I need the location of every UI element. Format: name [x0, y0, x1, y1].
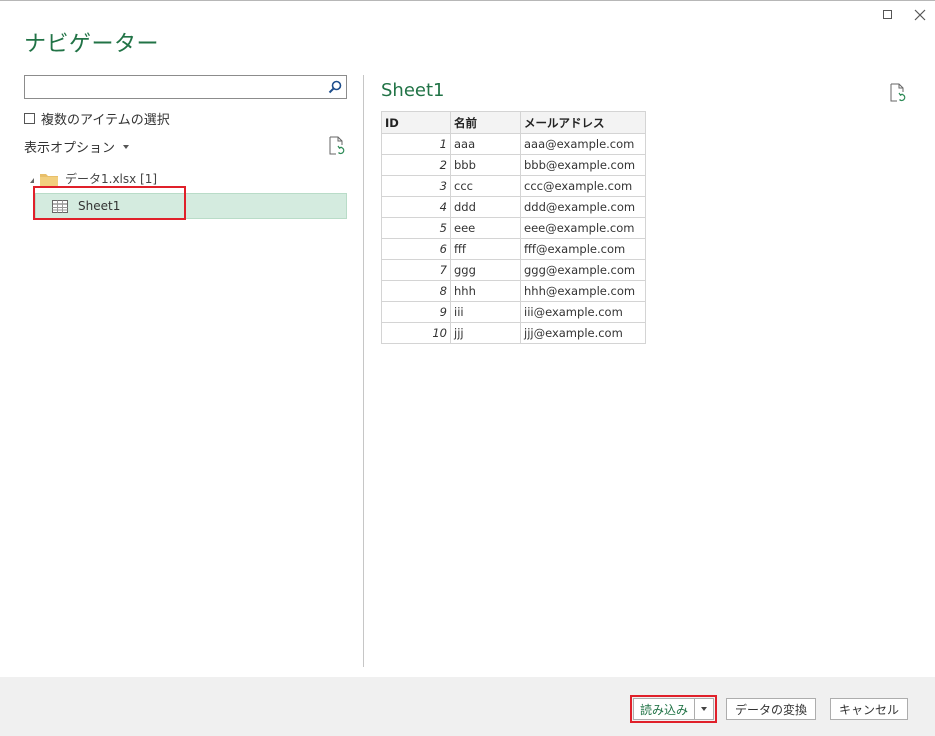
table-row: 8 hhh hhh@example.com — [381, 280, 646, 302]
column-header-name: 名前 — [450, 111, 521, 134]
preview-table: ID 名前 メールアドレス 1 aaa aaa@example.com 2 bbb bb… — [381, 111, 646, 344]
table-cell-name: eee — [450, 217, 521, 239]
table-cell-name: aaa — [450, 133, 521, 155]
multi-select-label: 複数のアイテムの選択 — [41, 113, 170, 128]
display-options-dropdown[interactable]: 表示オプション — [24, 137, 130, 156]
table-cell-id: 2 — [381, 154, 451, 176]
table-cell-id: 3 — [381, 175, 451, 197]
folder-label: データ1.xlsx [1] — [65, 172, 158, 186]
table-cell-name: hhh — [450, 280, 521, 302]
table-cell-id: 7 — [381, 259, 451, 281]
multi-select-checkbox[interactable] — [24, 113, 35, 124]
table-cell-email: jjj@example.com — [520, 322, 646, 344]
column-header-id: ID — [381, 111, 451, 134]
refresh-icon[interactable] — [328, 136, 346, 156]
preview-title: Sheet1 — [381, 80, 445, 101]
load-split-button[interactable]: 読み込み — [633, 698, 714, 720]
table-cell-name: bbb — [450, 154, 521, 176]
table-cell-id: 1 — [381, 133, 451, 155]
table-cell-name: ccc — [450, 175, 521, 197]
table-cell-email: ccc@example.com — [520, 175, 646, 197]
table-row: 1 aaa aaa@example.com — [381, 133, 646, 155]
table-cell-id: 4 — [381, 196, 451, 218]
table-row: 4 ddd ddd@example.com — [381, 196, 646, 218]
table-cell-name: jjj — [450, 322, 521, 344]
tree-folder-item[interactable]: データ1.xlsx [1] — [30, 170, 157, 187]
multi-select-option[interactable]: 複数のアイテムの選択 — [24, 109, 170, 128]
table-row: 9 iii iii@example.com — [381, 301, 646, 323]
search-box[interactable] — [24, 75, 347, 99]
table-cell-name: ddd — [450, 196, 521, 218]
table-header-row: ID 名前 メールアドレス — [381, 111, 646, 134]
table-cell-email: aaa@example.com — [520, 133, 646, 155]
expand-toggle-icon[interactable] — [30, 177, 34, 183]
table-cell-email: iii@example.com — [520, 301, 646, 323]
table-row: 3 ccc ccc@example.com — [381, 175, 646, 197]
column-header-email: メールアドレス — [520, 111, 646, 134]
maximize-button[interactable] — [879, 6, 897, 24]
table-row: 6 fff fff@example.com — [381, 238, 646, 260]
table-cell-email: fff@example.com — [520, 238, 646, 260]
chevron-down-icon — [123, 144, 130, 149]
search-icon[interactable] — [328, 80, 342, 94]
table-cell-email: bbb@example.com — [520, 154, 646, 176]
table-cell-id: 6 — [381, 238, 451, 260]
table-cell-name: ggg — [450, 259, 521, 281]
tree-item-label: Sheet1 — [78, 199, 121, 213]
table-cell-email: ggg@example.com — [520, 259, 646, 281]
cancel-button[interactable]: キャンセル — [830, 698, 908, 720]
table-row: 5 eee eee@example.com — [381, 217, 646, 239]
table-cell-id: 5 — [381, 217, 451, 239]
chevron-down-icon — [701, 707, 707, 711]
table-row: 7 ggg ggg@example.com — [381, 259, 646, 281]
table-cell-id: 9 — [381, 301, 451, 323]
table-cell-email: hhh@example.com — [520, 280, 646, 302]
search-input[interactable] — [27, 77, 321, 99]
table-cell-id: 10 — [381, 322, 451, 344]
dialog-title: ナビゲーター — [24, 32, 160, 57]
table-row: 10 jjj jjj@example.com — [381, 322, 646, 344]
table-cell-name: fff — [450, 238, 521, 260]
tree-item-sheet1[interactable]: Sheet1 — [35, 193, 347, 219]
window-top-border — [0, 0, 935, 1]
close-button[interactable] — [911, 6, 929, 24]
table-cell-name: iii — [450, 301, 521, 323]
folder-icon — [40, 173, 58, 186]
display-options-label: 表示オプション — [24, 141, 116, 156]
table-cell-email: eee@example.com — [520, 217, 646, 239]
maximize-icon — [883, 10, 892, 19]
load-button[interactable]: 読み込み — [633, 698, 695, 720]
pane-splitter[interactable] — [363, 75, 364, 667]
table-row: 2 bbb bbb@example.com — [381, 154, 646, 176]
transform-data-button[interactable]: データの変換 — [726, 698, 816, 720]
table-cell-id: 8 — [381, 280, 451, 302]
table-icon — [52, 199, 68, 213]
load-dropdown-button[interactable] — [694, 698, 714, 720]
table-cell-email: ddd@example.com — [520, 196, 646, 218]
close-icon — [914, 9, 926, 21]
refresh-icon[interactable] — [889, 83, 907, 103]
